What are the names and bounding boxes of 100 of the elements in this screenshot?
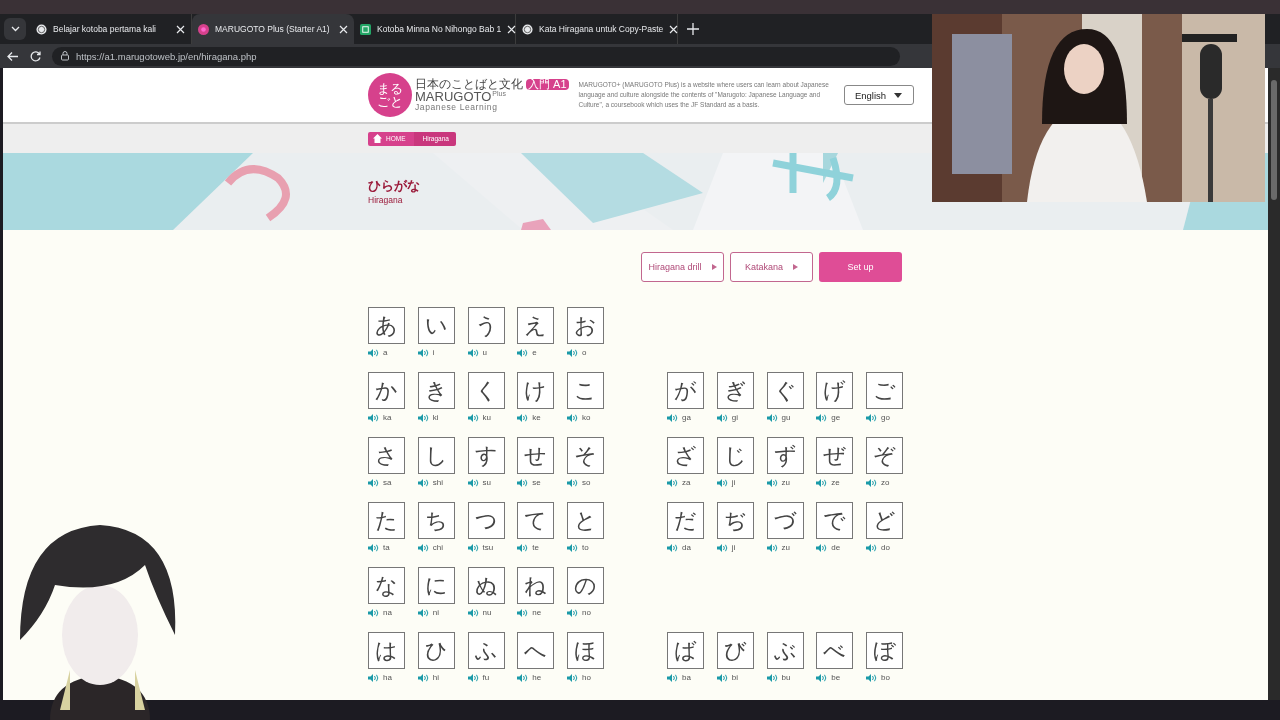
kana-tile[interactable]: ち xyxy=(417,502,455,539)
kana-tile[interactable]: が xyxy=(667,372,704,409)
kana-tile[interactable]: で xyxy=(816,502,854,539)
sound-link[interactable]: ta xyxy=(368,542,390,553)
kana-tile[interactable]: ぜ xyxy=(816,437,854,474)
kana-tile[interactable]: に xyxy=(417,567,455,604)
kana-tile[interactable]: ど xyxy=(866,502,903,539)
kana-tile[interactable]: ぞ xyxy=(866,437,903,474)
kana-tile[interactable]: の xyxy=(567,567,604,604)
kana-tile[interactable]: ふ xyxy=(467,632,505,669)
sound-link[interactable]: ze xyxy=(816,477,840,488)
close-icon[interactable] xyxy=(339,24,348,34)
kana-tile[interactable]: ご xyxy=(866,372,903,409)
sound-link[interactable]: tsu xyxy=(467,542,494,553)
browser-tab[interactable]: MARUGOTO Plus (Starter A1) xyxy=(192,14,354,44)
sound-link[interactable]: he xyxy=(517,672,542,683)
sound-link[interactable]: ga xyxy=(667,412,691,423)
kana-tile[interactable]: は xyxy=(368,632,405,669)
sound-link[interactable]: ge xyxy=(816,412,841,423)
kana-tile[interactable]: こ xyxy=(567,372,604,409)
sound-link[interactable]: gu xyxy=(766,412,791,423)
address-bar[interactable]: https://a1.marugotoweb.jp/en/hiragana.php xyxy=(52,46,900,66)
scrollbar-thumb[interactable] xyxy=(1271,80,1277,200)
sound-link[interactable]: de xyxy=(816,542,841,553)
sound-link[interactable]: do xyxy=(866,542,890,553)
sound-link[interactable]: bu xyxy=(766,672,791,683)
close-icon[interactable] xyxy=(669,24,679,34)
setup-button[interactable]: Set up xyxy=(819,252,902,282)
tab-list-button[interactable] xyxy=(4,18,26,40)
kana-tile[interactable]: と xyxy=(567,502,604,539)
kana-tile[interactable]: ず xyxy=(766,437,804,474)
sound-link[interactable]: ne xyxy=(517,607,542,618)
kana-tile[interactable]: ざ xyxy=(667,437,704,474)
kana-tile[interactable]: お xyxy=(567,307,604,344)
kana-tile[interactable]: い xyxy=(417,307,455,344)
kana-tile[interactable]: ほ xyxy=(567,632,604,669)
kana-tile[interactable]: づ xyxy=(766,502,804,539)
kana-tile[interactable]: そ xyxy=(567,437,604,474)
kana-tile[interactable]: す xyxy=(467,437,505,474)
sound-link[interactable]: i xyxy=(417,347,435,358)
sound-link[interactable]: ho xyxy=(567,672,591,683)
sound-link[interactable]: ba xyxy=(667,672,691,683)
close-icon[interactable] xyxy=(507,24,517,34)
sound-link[interactable]: go xyxy=(866,412,890,423)
kana-tile[interactable]: て xyxy=(517,502,555,539)
scrollbar[interactable] xyxy=(1268,68,1280,700)
sound-link[interactable]: ji xyxy=(716,542,736,553)
kana-tile[interactable]: べ xyxy=(816,632,854,669)
kana-tile[interactable]: せ xyxy=(517,437,555,474)
sound-link[interactable]: ke xyxy=(517,412,541,423)
kana-tile[interactable]: き xyxy=(417,372,455,409)
kana-tile[interactable]: げ xyxy=(816,372,854,409)
sound-link[interactable]: no xyxy=(567,607,591,618)
kana-tile[interactable]: ひ xyxy=(417,632,455,669)
sound-link[interactable]: fu xyxy=(467,672,490,683)
sound-link[interactable]: to xyxy=(567,542,589,553)
kana-tile[interactable]: じ xyxy=(716,437,754,474)
kana-tile[interactable]: か xyxy=(368,372,405,409)
kana-tile[interactable]: ぶ xyxy=(766,632,804,669)
kana-tile[interactable]: さ xyxy=(368,437,405,474)
kana-tile[interactable]: ぬ xyxy=(467,567,505,604)
sound-link[interactable]: su xyxy=(467,477,491,488)
back-icon[interactable] xyxy=(6,49,19,63)
kana-tile[interactable]: け xyxy=(517,372,555,409)
sound-link[interactable]: bi xyxy=(716,672,738,683)
new-tab-icon[interactable] xyxy=(686,22,700,36)
kana-tile[interactable]: な xyxy=(368,567,405,604)
kana-tile[interactable]: ぢ xyxy=(716,502,754,539)
nav-button[interactable]: Katakana xyxy=(730,252,813,282)
sound-link[interactable]: ka xyxy=(368,412,392,423)
sound-link[interactable]: te xyxy=(517,542,539,553)
sound-link[interactable]: ji xyxy=(716,477,736,488)
kana-tile[interactable]: ね xyxy=(517,567,555,604)
kana-tile[interactable]: び xyxy=(716,632,754,669)
kana-tile[interactable]: く xyxy=(467,372,505,409)
close-icon[interactable] xyxy=(176,24,185,34)
sound-link[interactable]: zu xyxy=(766,477,790,488)
kana-tile[interactable]: ば xyxy=(667,632,704,669)
sound-link[interactable]: hi xyxy=(417,672,439,683)
sound-link[interactable]: ku xyxy=(467,412,491,423)
sound-link[interactable]: e xyxy=(517,347,537,358)
kana-tile[interactable]: だ xyxy=(667,502,704,539)
sound-link[interactable]: da xyxy=(667,542,691,553)
kana-tile[interactable]: う xyxy=(467,307,505,344)
sound-link[interactable]: ni xyxy=(417,607,439,618)
sound-link[interactable]: za xyxy=(667,477,691,488)
language-select[interactable]: English xyxy=(843,85,914,105)
nav-button[interactable]: Hiragana drill xyxy=(641,252,724,282)
sound-link[interactable]: gi xyxy=(716,412,738,423)
sound-link[interactable]: nu xyxy=(467,607,492,618)
sound-link[interactable]: zu xyxy=(766,542,790,553)
sound-link[interactable]: bo xyxy=(866,672,890,683)
sound-link[interactable]: ko xyxy=(567,412,591,423)
kana-tile[interactable]: し xyxy=(417,437,455,474)
sound-link[interactable]: so xyxy=(567,477,591,488)
sound-link[interactable]: shi xyxy=(417,477,443,488)
sound-link[interactable]: zo xyxy=(866,477,890,488)
kana-tile[interactable]: ぼ xyxy=(866,632,903,669)
sound-link[interactable]: be xyxy=(816,672,841,683)
kana-tile[interactable]: へ xyxy=(517,632,555,669)
